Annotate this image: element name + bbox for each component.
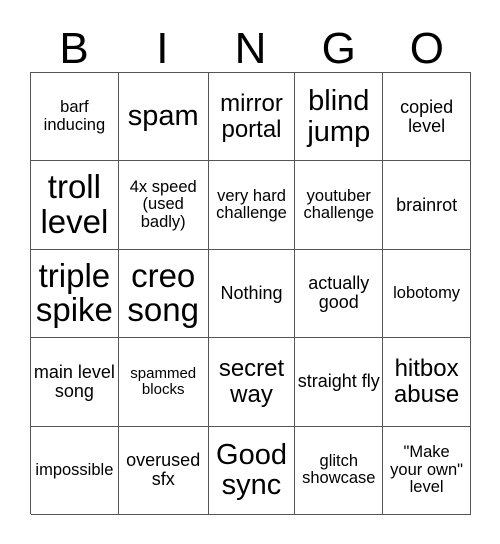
bingo-grid: barf inducing spam mirror portal blind j…	[30, 72, 471, 515]
bingo-row: troll level 4x speed (used badly) very h…	[31, 161, 471, 250]
bingo-cell-label: overused sfx	[126, 450, 201, 490]
bingo-cell[interactable]: spammed blocks	[118, 338, 209, 427]
bingo-cell-label: "Make your own" level	[390, 443, 463, 496]
bingo-cell-label: glitch showcase	[302, 451, 376, 488]
bingo-cell-label: blind jump	[307, 84, 371, 148]
bingo-cell[interactable]: copied level	[383, 73, 471, 162]
bingo-cell-label: Good sync	[216, 438, 287, 502]
bingo-cell[interactable]: troll level	[31, 161, 119, 250]
bingo-header-letter-n: N	[234, 24, 267, 73]
bingo-cell-label: hitbox abuse	[393, 355, 460, 408]
bingo-cell[interactable]: overused sfx	[118, 426, 209, 515]
bingo-cell-label: main level song	[33, 361, 115, 401]
bingo-cell[interactable]: "Make your own" level	[383, 426, 471, 515]
bingo-cell[interactable]: brainrot	[383, 161, 471, 250]
bingo-cell-label: troll level	[40, 168, 109, 241]
bingo-cell-label: brainrot	[396, 194, 458, 215]
bingo-cell-label: secret way	[218, 355, 285, 408]
bingo-row: main level song spammed blocks secret wa…	[31, 338, 471, 427]
bingo-cell[interactable]: creo song	[118, 249, 209, 339]
bingo-cell[interactable]: straight fly	[295, 338, 384, 427]
bingo-cell-label: barf inducing	[43, 98, 106, 134]
bingo-cell[interactable]: actually good	[295, 249, 384, 339]
bingo-cell-label: actually good	[308, 273, 370, 313]
bingo-cell-label: lobotomy	[393, 283, 461, 302]
bingo-header-letter-g: G	[321, 24, 356, 73]
bingo-card: B I N G O barf inducing spam mirror port…	[0, 0, 500, 544]
bingo-cell[interactable]: spam	[118, 73, 209, 162]
bingo-cell-label: youtuber challenge	[303, 186, 375, 223]
bingo-header-letter-i: I	[156, 24, 169, 73]
bingo-cell-label: creo song	[127, 256, 199, 329]
bingo-cell[interactable]: lobotomy	[383, 249, 471, 339]
bingo-cell-label: straight fly	[297, 371, 380, 392]
bingo-cell[interactable]: main level song	[31, 338, 119, 427]
bingo-cell[interactable]: secret way	[208, 338, 296, 427]
bingo-cell-label: spammed blocks	[130, 364, 197, 398]
bingo-cell[interactable]: triple spike	[31, 249, 119, 339]
bingo-cell[interactable]: hitbox abuse	[383, 338, 471, 427]
bingo-cell-label: impossible	[35, 460, 114, 479]
bingo-cell[interactable]: impossible	[31, 426, 119, 515]
bingo-cell-free[interactable]: Nothing	[208, 249, 296, 339]
bingo-cell[interactable]: youtuber challenge	[295, 161, 384, 250]
bingo-header-letter-b: B	[59, 24, 89, 73]
bingo-cell-label: spam	[127, 100, 199, 133]
bingo-row: impossible overused sfx Good sync glitch…	[31, 426, 471, 515]
bingo-header-row: B I N G O	[30, 18, 471, 72]
bingo-cell-label: copied level	[400, 96, 454, 136]
bingo-cell[interactable]: 4x speed (used badly)	[118, 161, 209, 250]
bingo-cell-label: mirror portal	[220, 90, 283, 143]
bingo-cell[interactable]: Good sync	[208, 426, 296, 515]
bingo-cell-label: triple spike	[35, 256, 113, 329]
bingo-cell[interactable]: very hard challenge	[208, 161, 296, 250]
bingo-cell-label: very hard challenge	[216, 186, 287, 223]
bingo-cell[interactable]: glitch showcase	[295, 426, 384, 515]
bingo-row: barf inducing spam mirror portal blind j…	[31, 73, 471, 162]
bingo-cell[interactable]: blind jump	[295, 73, 384, 162]
bingo-header-letter-o: O	[409, 24, 445, 73]
bingo-cell[interactable]: barf inducing	[31, 73, 119, 162]
bingo-cell-label: 4x speed (used badly)	[129, 177, 197, 231]
bingo-row: triple spike creo song Nothing actually …	[31, 249, 471, 339]
bingo-cell[interactable]: mirror portal	[208, 73, 296, 162]
bingo-cell-label: Nothing	[220, 282, 283, 303]
